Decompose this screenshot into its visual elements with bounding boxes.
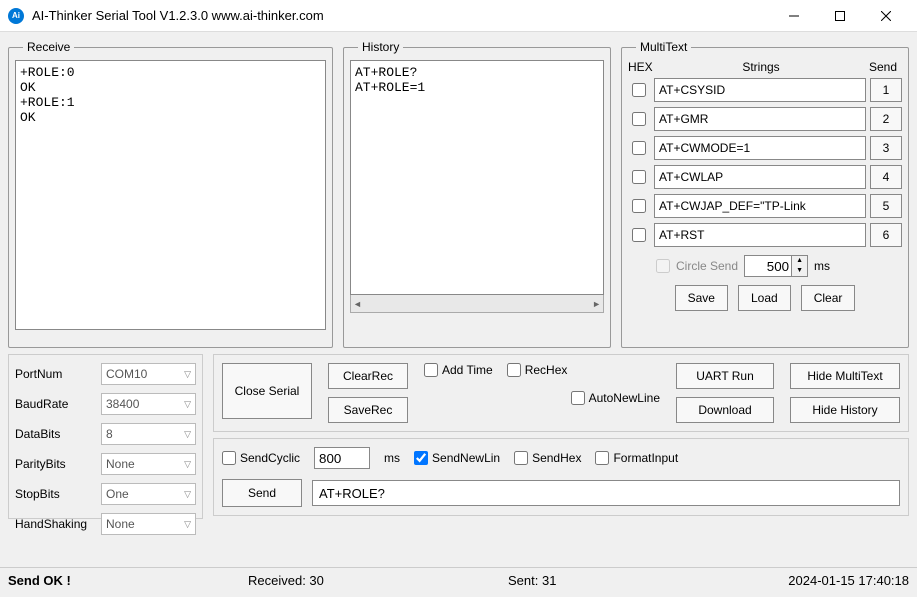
baud-combo[interactable]: 38400▽ <box>101 393 196 415</box>
databits-label: DataBits <box>15 427 101 441</box>
history-panel: History AT+ROLE? AT+ROLE=1 ◄► <box>343 40 611 348</box>
chevron-down-icon: ▽ <box>184 399 191 410</box>
format-input-checkbox[interactable]: FormatInput <box>595 451 678 465</box>
send-hex-checkbox[interactable]: SendHex <box>514 451 581 465</box>
history-hscroll[interactable]: ◄► <box>350 295 604 313</box>
port-settings-panel: PortNumCOM10▽ BaudRate38400▽ DataBits8▽ … <box>8 354 203 519</box>
mt-row: 3 <box>628 136 902 160</box>
handshaking-label: HandShaking <box>15 517 101 531</box>
multitext-header: HEX Strings Send <box>628 60 902 74</box>
mt-string-input[interactable] <box>654 78 866 102</box>
circle-send-checkbox[interactable] <box>656 259 670 273</box>
mt-header-send: Send <box>864 60 902 74</box>
stopbits-label: StopBits <box>15 487 101 501</box>
circle-unit: ms <box>814 259 830 273</box>
spin-down-icon[interactable]: ▼ <box>792 266 807 276</box>
send-button[interactable]: Send <box>222 479 302 507</box>
mt-header-hex: HEX <box>628 60 658 74</box>
circle-send-label: Circle Send <box>676 259 738 273</box>
mt-hex-checkbox[interactable] <box>632 199 646 213</box>
mt-string-input[interactable] <box>654 223 866 247</box>
send-interval-unit: ms <box>384 451 400 465</box>
statusbar: Send OK ! Received: 30 Sent: 31 2024-01-… <box>0 567 917 593</box>
mt-hex-checkbox[interactable] <box>632 170 646 184</box>
mt-string-input[interactable] <box>654 165 866 189</box>
circle-interval-input[interactable] <box>744 255 792 277</box>
mt-send-button[interactable]: 6 <box>870 223 902 247</box>
mt-string-input[interactable] <box>654 194 866 218</box>
hide-multitext-button[interactable]: Hide MultiText <box>790 363 900 389</box>
baud-label: BaudRate <box>15 397 101 411</box>
window-title: AI-Thinker Serial Tool V1.2.3.0 www.ai-t… <box>32 8 771 23</box>
send-input[interactable] <box>312 480 900 506</box>
send-panel: SendCyclic ms SendNewLin SendHex FormatI… <box>213 438 909 516</box>
mt-row: 6 <box>628 223 902 247</box>
portnum-combo[interactable]: COM10▽ <box>101 363 196 385</box>
receive-panel: Receive <box>8 40 333 348</box>
uart-run-button[interactable]: UART Run <box>676 363 774 389</box>
portnum-label: PortNum <box>15 367 101 381</box>
scroll-left-icon[interactable]: ◄ <box>353 299 362 309</box>
history-textarea[interactable]: AT+ROLE? AT+ROLE=1 <box>350 60 604 295</box>
mt-string-input[interactable] <box>654 107 866 131</box>
add-time-checkbox[interactable]: Add Time <box>424 363 493 377</box>
status-received: Received: 30 <box>248 573 508 588</box>
handshaking-combo[interactable]: None▽ <box>101 513 196 535</box>
parity-label: ParityBits <box>15 457 101 471</box>
history-legend: History <box>358 40 403 54</box>
mt-clear-button[interactable]: Clear <box>801 285 856 311</box>
mt-send-button[interactable]: 5 <box>870 194 902 218</box>
spin-up-icon[interactable]: ▲ <box>792 256 807 266</box>
titlebar: Ai AI-Thinker Serial Tool V1.2.3.0 www.a… <box>0 0 917 32</box>
receive-textarea[interactable] <box>15 60 326 330</box>
chevron-down-icon: ▽ <box>184 429 191 440</box>
mt-string-input[interactable] <box>654 136 866 160</box>
chevron-down-icon: ▽ <box>184 459 191 470</box>
rec-hex-checkbox[interactable]: RecHex <box>507 363 568 377</box>
mt-row: 2 <box>628 107 902 131</box>
send-newline-checkbox[interactable]: SendNewLin <box>414 451 500 465</box>
mt-row: 1 <box>628 78 902 102</box>
receive-legend: Receive <box>23 40 74 54</box>
multitext-legend: MultiText <box>636 40 691 54</box>
multitext-panel: MultiText HEX Strings Send 1 2 3 4 5 6 Circle… <box>621 40 909 348</box>
stopbits-combo[interactable]: One▽ <box>101 483 196 505</box>
mt-row: 5 <box>628 194 902 218</box>
chevron-down-icon: ▽ <box>184 489 191 500</box>
mt-hex-checkbox[interactable] <box>632 141 646 155</box>
mt-send-button[interactable]: 4 <box>870 165 902 189</box>
status-sent: Sent: 31 <box>508 573 788 588</box>
mt-send-button[interactable]: 3 <box>870 136 902 160</box>
send-cyclic-checkbox[interactable]: SendCyclic <box>222 451 300 465</box>
auto-newline-checkbox[interactable]: AutoNewLine <box>571 391 660 405</box>
chevron-down-icon: ▽ <box>184 369 191 380</box>
status-message: Send OK ! <box>8 573 248 588</box>
circle-interval-spinner[interactable]: ▲▼ <box>792 255 808 277</box>
mt-hex-checkbox[interactable] <box>632 83 646 97</box>
chevron-down-icon: ▽ <box>184 519 191 530</box>
hide-history-button[interactable]: Hide History <box>790 397 900 423</box>
close-button[interactable] <box>863 0 909 32</box>
close-serial-button[interactable]: Close Serial <box>222 363 312 419</box>
mt-hex-checkbox[interactable] <box>632 228 646 242</box>
mt-send-button[interactable]: 1 <box>870 78 902 102</box>
save-rec-button[interactable]: SaveRec <box>328 397 408 423</box>
mt-send-button[interactable]: 2 <box>870 107 902 131</box>
minimize-button[interactable] <box>771 0 817 32</box>
status-time: 2024-01-15 17:40:18 <box>788 573 909 588</box>
app-icon: Ai <box>8 8 24 24</box>
databits-combo[interactable]: 8▽ <box>101 423 196 445</box>
send-interval-input[interactable] <box>314 447 370 469</box>
mt-row: 4 <box>628 165 902 189</box>
mt-load-button[interactable]: Load <box>738 285 791 311</box>
control-panel: Close Serial ClearRec SaveRec Add Time R… <box>213 354 909 432</box>
parity-combo[interactable]: None▽ <box>101 453 196 475</box>
mt-save-button[interactable]: Save <box>675 285 728 311</box>
mt-hex-checkbox[interactable] <box>632 112 646 126</box>
maximize-button[interactable] <box>817 0 863 32</box>
download-button[interactable]: Download <box>676 397 774 423</box>
scroll-right-icon[interactable]: ► <box>592 299 601 309</box>
clear-rec-button[interactable]: ClearRec <box>328 363 408 389</box>
mt-header-strings: Strings <box>658 60 864 74</box>
